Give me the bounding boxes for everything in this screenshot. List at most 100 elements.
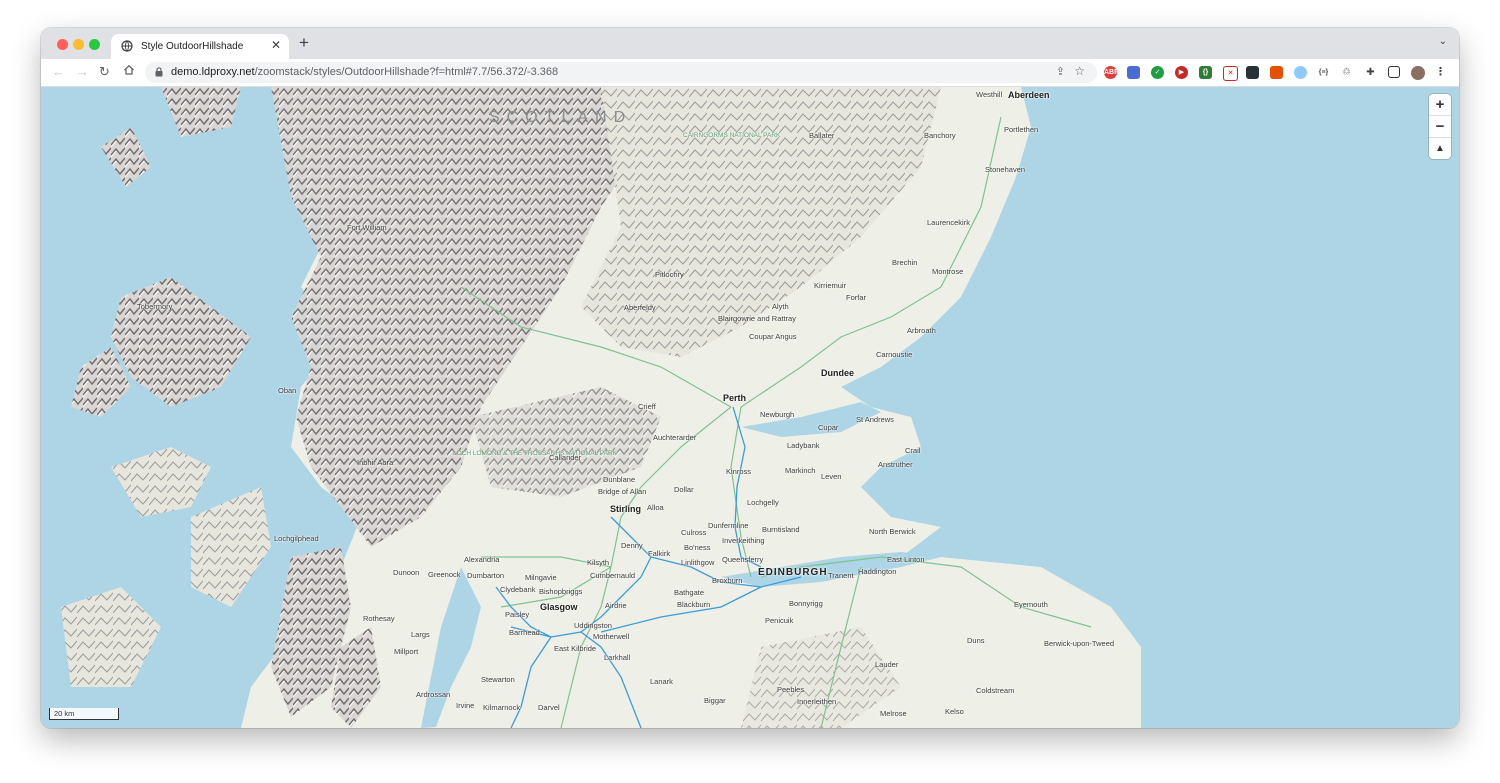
active-tab[interactable]: Style OutdoorHillshade ✕	[111, 34, 289, 59]
place-label: Tranent	[828, 571, 854, 580]
place-label: Pitlochry	[655, 270, 684, 279]
side-panel-icon[interactable]	[1388, 66, 1400, 78]
place-label: Stonehaven	[985, 165, 1026, 174]
place-label: Carnoustie	[876, 350, 913, 359]
city-label-glasgow: Glasgow	[540, 602, 578, 612]
orange-extension-icon[interactable]	[1270, 66, 1283, 79]
check-extension-icon[interactable]: ✓	[1151, 66, 1164, 79]
browser-window: Style OutdoorHillshade ✕ + ⌄ ← → ↻ demo.…	[41, 28, 1459, 728]
park-label-lomond: Loch Lomond & The Trossachs National Par…	[453, 450, 617, 457]
bookmark-star-icon[interactable]: ☆	[1074, 64, 1085, 78]
adblock-label: ABP	[1104, 69, 1119, 76]
url-host: demo.ldproxy.net	[171, 66, 255, 78]
browser-menu-icon[interactable]: ⋮	[1434, 66, 1447, 79]
share-icon[interactable]: ⇪	[1056, 65, 1065, 78]
braces-extension-icon[interactable]: {≡}	[1317, 66, 1330, 79]
translate-extension-icon[interactable]	[1127, 66, 1140, 79]
place-label: Peebles	[777, 685, 805, 694]
place-label: Alloa	[647, 503, 664, 512]
place-label: Lanark	[650, 677, 673, 686]
url-path: /zoomstack/styles/OutdoorHillshade?f=htm…	[254, 66, 559, 78]
play-extension-icon[interactable]: ▶	[1175, 66, 1188, 79]
zoom-out-button[interactable]: −	[1429, 116, 1451, 138]
place-label: Melrose	[880, 709, 907, 718]
window-minimize-button[interactable]	[73, 39, 84, 50]
place-label: Crail	[905, 446, 921, 455]
city-label-dundee: Dundee	[821, 368, 855, 378]
url-text: demo.ldproxy.net/zoomstack/styles/Outdoo…	[171, 66, 558, 78]
place-label: East Linton	[887, 555, 925, 564]
place-label: Kinross	[726, 467, 752, 476]
browser-toolbar: ← → ↻ demo.ldproxy.net/zoomstack/styles/…	[41, 59, 1459, 87]
place-label: Oban	[278, 386, 297, 395]
place-label: Ladybank	[787, 441, 820, 450]
place-label: Airdrie	[605, 601, 627, 610]
json-extension-icon[interactable]: {}	[1199, 66, 1212, 79]
place-label: Inverkeithing	[722, 536, 765, 545]
place-label: Paisley	[505, 610, 530, 619]
place-label: Bo'ness	[684, 543, 711, 552]
place-label: Anstruther	[878, 460, 913, 469]
forward-icon[interactable]: →	[76, 64, 89, 79]
place-label: Irvine	[456, 701, 475, 710]
close-tab-icon[interactable]: ✕	[271, 38, 281, 52]
place-label: Linlithgow	[681, 558, 715, 567]
new-tab-button[interactable]: +	[299, 33, 309, 53]
place-label: Coldstream	[976, 686, 1015, 695]
tab-title: Style OutdoorHillshade	[141, 41, 244, 52]
place-label: St Andrews	[856, 415, 894, 424]
blocked-extension-icon[interactable]: ✕	[1223, 66, 1238, 81]
place-label: Burntisland	[762, 525, 800, 534]
home-icon[interactable]	[123, 64, 135, 76]
address-bar[interactable]: demo.ldproxy.net/zoomstack/styles/Outdoo…	[145, 62, 1097, 83]
place-label: Laurencekirk	[927, 218, 970, 227]
tab-search-icon[interactable]: ⌄	[1439, 36, 1447, 47]
lock-icon[interactable]	[155, 67, 163, 77]
place-label: Haddington	[858, 567, 897, 576]
profile-avatar[interactable]	[1411, 66, 1425, 80]
place-label: Larkhall	[604, 653, 631, 662]
back-icon[interactable]: ←	[52, 64, 65, 79]
dark-extension-icon[interactable]	[1246, 66, 1259, 79]
map-canvas[interactable]: SCOTLAND Cairngorms National Park Loch L…	[41, 87, 1459, 728]
place-label: Uddingston	[574, 621, 612, 630]
place-label: Auchterarder	[653, 433, 697, 442]
globe-extension-icon[interactable]	[1294, 66, 1307, 79]
place-label: Queensferry	[722, 555, 764, 564]
place-label: Brechin	[892, 258, 918, 267]
place-label: North Berwick	[869, 527, 916, 536]
compass-icon[interactable]: ▲	[1429, 138, 1451, 159]
reload-icon[interactable]: ↻	[99, 64, 110, 80]
place-label: Kilmarnock	[483, 703, 521, 712]
window-close-button[interactable]	[57, 39, 68, 50]
zoom-controls: + − ▲	[1429, 94, 1451, 159]
place-label: Denny	[621, 541, 643, 550]
city-label-aberdeen: Aberdeen	[1008, 90, 1050, 100]
zoom-in-button[interactable]: +	[1429, 94, 1451, 116]
place-label: Stewarton	[481, 675, 515, 684]
place-label: Leven	[821, 472, 842, 481]
city-label-stirling: Stirling	[610, 504, 641, 514]
place-label: Alyth	[772, 302, 789, 311]
place-label: Inbhir Aora	[357, 458, 394, 467]
place-label: Culross	[681, 528, 707, 537]
place-label: Dumbarton	[467, 571, 505, 580]
place-label: Ballater	[809, 131, 835, 140]
place-label: Blackburn	[677, 600, 711, 609]
place-label: Darvel	[538, 703, 560, 712]
place-label: Eyemouth	[1014, 600, 1048, 609]
place-label: Bishopbriggs	[539, 587, 583, 596]
place-label: Bridge of Allan	[598, 487, 647, 496]
globe-icon	[121, 40, 133, 52]
place-label: Bonnyrigg	[789, 599, 823, 608]
place-label: Markinch	[785, 466, 816, 475]
place-label: Millport	[394, 647, 419, 656]
adblock-extension-icon[interactable]: ABP	[1104, 66, 1119, 79]
place-label: Dollar	[674, 485, 694, 494]
place-label: Bathgate	[674, 588, 705, 597]
puzzle-extensions-icon[interactable]: ✚	[1364, 66, 1377, 79]
recycle-extension-icon[interactable]: ♲	[1340, 66, 1353, 79]
window-maximize-button[interactable]	[89, 39, 100, 50]
place-label: Arbroath	[907, 326, 936, 335]
place-label: Callander	[549, 453, 582, 462]
